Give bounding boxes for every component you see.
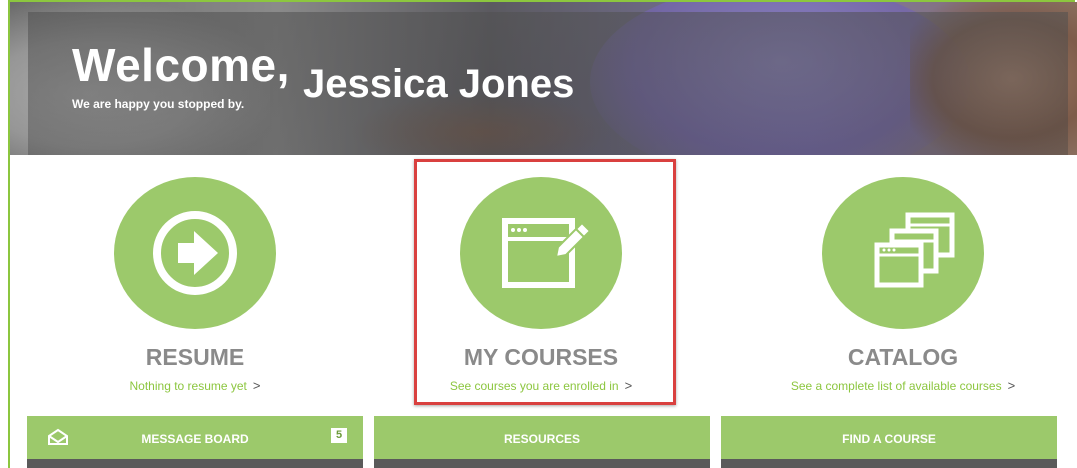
message-board-label[interactable]: MESSAGE BOARD — [27, 432, 363, 446]
find-a-course-footer — [721, 459, 1057, 468]
resume-title[interactable]: RESUME — [70, 344, 320, 370]
catalog-link-text[interactable]: See a complete list of available courses — [791, 379, 1002, 393]
welcome-heading: Welcome, — [72, 39, 290, 91]
resume-circle[interactable] — [114, 177, 276, 329]
catalog-title[interactable]: CATALOG — [778, 344, 1028, 370]
resume-link-text[interactable]: Nothing to resume yet — [130, 379, 247, 393]
find-a-course-label[interactable]: FIND A COURSE — [721, 432, 1057, 446]
catalog-link[interactable]: See a complete list of available courses… — [778, 378, 1028, 393]
my-courses-highlight-box — [414, 159, 676, 405]
resume-link[interactable]: Nothing to resume yet > — [70, 378, 320, 393]
resources-bar[interactable]: RESOURCES — [374, 416, 710, 468]
message-board-footer — [27, 459, 363, 468]
resources-label[interactable]: RESOURCES — [374, 432, 710, 446]
chevron-right-icon[interactable]: > — [1008, 378, 1016, 393]
resume-tile[interactable]: RESUME Nothing to resume yet > — [70, 177, 320, 393]
chevron-right-icon[interactable]: > — [253, 378, 261, 393]
arrow-circle-icon — [153, 211, 237, 295]
message-board-bar[interactable]: MESSAGE BOARD 5 — [27, 416, 363, 468]
catalog-tile[interactable]: CATALOG See a complete list of available… — [778, 177, 1028, 393]
user-name: Jessica Jones — [303, 62, 575, 106]
find-a-course-bar[interactable]: FIND A COURSE — [721, 416, 1057, 468]
message-count-badge: 5 — [331, 428, 347, 443]
catalog-circle[interactable] — [822, 177, 984, 329]
welcome-tagline: We are happy you stopped by. — [72, 97, 245, 111]
stacked-windows-icon — [874, 212, 955, 288]
resources-footer — [374, 459, 710, 468]
